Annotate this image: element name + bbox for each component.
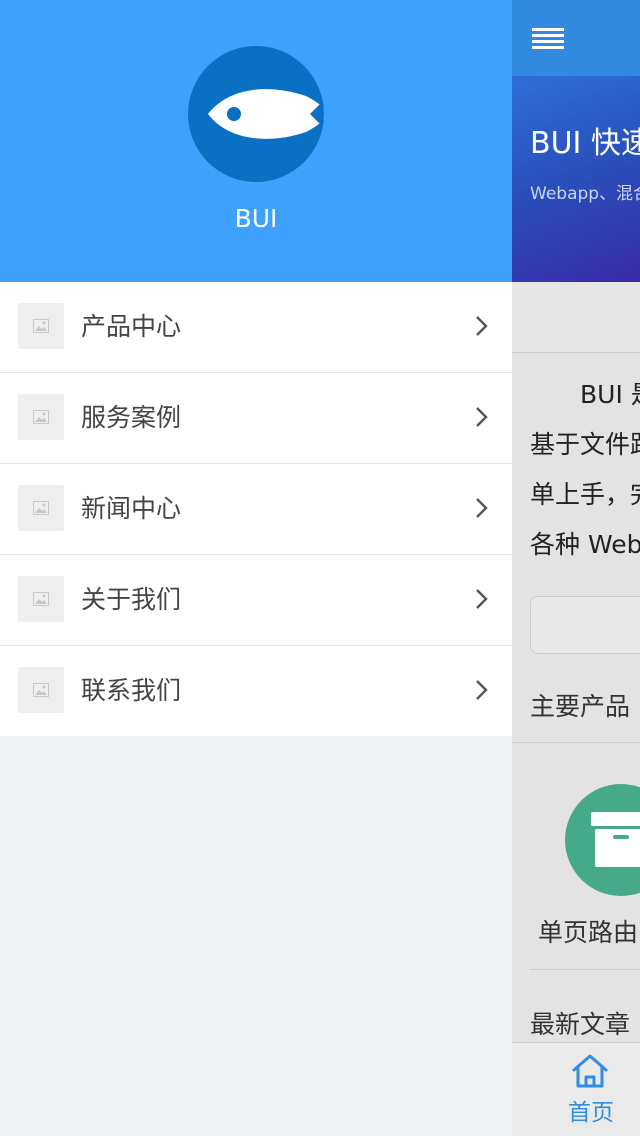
image-placeholder-icon: [18, 667, 64, 713]
chevron-right-icon: [476, 407, 488, 427]
image-placeholder-icon: [18, 485, 64, 531]
section-title-products: 主要产品: [530, 692, 631, 721]
drawer-menu: 产品中心 服务案例 新闻中心 关于我们 联系我们: [0, 282, 512, 736]
menu-item-cases[interactable]: 服务案例: [0, 373, 512, 464]
home-icon[interactable]: [570, 1053, 610, 1089]
section-title-articles: 最新文章: [530, 1010, 631, 1039]
spacer-strip: [512, 282, 640, 353]
tab-home-label[interactable]: 首页: [568, 1097, 614, 1129]
intro-line: 基于文件路: [530, 430, 640, 459]
menu-item-label: 产品中心: [81, 312, 182, 341]
menu-item-contact[interactable]: 联系我们: [0, 646, 512, 736]
image-placeholder-icon: [18, 303, 64, 349]
menu-item-news[interactable]: 新闻中心: [0, 464, 512, 555]
side-drawer: BUI 产品中心 服务案例 新闻中心 关于我们 联系我们: [0, 0, 512, 1136]
top-bar: [512, 0, 640, 76]
menu-item-label: 服务案例: [81, 403, 182, 432]
intro-line: 单上手，完: [530, 480, 640, 509]
divider: [512, 742, 640, 743]
chevron-right-icon: [476, 589, 488, 609]
product-label[interactable]: 单页路由: [538, 915, 638, 951]
banner-title: BUI 快速: [530, 126, 640, 161]
menu-icon[interactable]: [532, 27, 564, 51]
chevron-right-icon: [476, 680, 488, 700]
menu-item-label: 联系我们: [81, 676, 182, 705]
image-placeholder-icon: [18, 394, 64, 440]
chevron-right-icon: [476, 316, 488, 336]
main-content: BUI 是 基于文件路 单上手，完 各种 Web 主要产品 单页路由 最新文章: [512, 353, 640, 1043]
image-placeholder-icon: [18, 576, 64, 622]
menu-item-about[interactable]: 关于我们: [0, 555, 512, 646]
input-box[interactable]: [530, 596, 640, 654]
main-page[interactable]: BUI 快速 Webapp、混合 BUI 是 基于文件路 单上手，完 各种 We…: [512, 0, 640, 1136]
intro-line: BUI 是: [580, 380, 640, 409]
banner-subtitle: Webapp、混合: [530, 184, 640, 204]
banner[interactable]: BUI 快速 Webapp、混合: [512, 76, 640, 282]
menu-item-products[interactable]: 产品中心: [0, 282, 512, 373]
fish-logo-icon: [188, 46, 324, 182]
archive-box-icon[interactable]: [565, 784, 640, 896]
menu-item-label: 关于我们: [81, 585, 182, 614]
intro-line: 各种 Web: [530, 530, 640, 559]
divider: [530, 969, 640, 970]
chevron-right-icon: [476, 498, 488, 518]
drawer-header: BUI: [0, 0, 512, 282]
menu-item-label: 新闻中心: [81, 494, 182, 523]
brand-name: BUI: [234, 204, 278, 233]
bottom-tab-bar: 首页: [512, 1042, 640, 1136]
